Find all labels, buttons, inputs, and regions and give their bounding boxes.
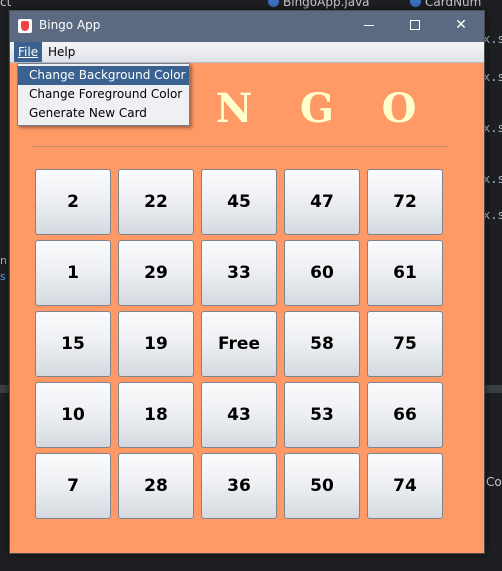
bingo-free-cell[interactable]: Free — [201, 311, 277, 377]
bingo-window: Bingo App ✕ File Help B I N G O 2 22 45 … — [9, 10, 485, 554]
bingo-cell[interactable]: 28 — [118, 453, 194, 519]
code-fragment: x.s — [483, 70, 502, 84]
menu-bar: File Help — [10, 42, 484, 63]
bingo-cell[interactable]: 74 — [367, 453, 443, 519]
bingo-cell[interactable]: 15 — [35, 311, 111, 377]
menu-help[interactable]: Help — [44, 42, 79, 62]
code-fragment: x.s — [483, 121, 502, 135]
window-title: Bingo App — [39, 18, 101, 32]
bingo-cell[interactable]: 10 — [35, 382, 111, 448]
ide-tab-label: CardNum — [425, 0, 482, 9]
header-letter-g: G — [299, 85, 335, 132]
java-app-icon — [18, 19, 32, 33]
bingo-cell[interactable]: 50 — [284, 453, 360, 519]
ide-left-fragment: s — [0, 270, 6, 283]
header-separator — [32, 146, 448, 147]
minimize-icon — [364, 24, 374, 26]
ide-tab-fragment[interactable]: ct — [0, 0, 11, 9]
bingo-cell[interactable]: 58 — [284, 311, 360, 377]
java-class-icon — [410, 0, 421, 7]
bingo-cell[interactable]: 22 — [118, 169, 194, 235]
menu-item-change-background-color[interactable]: Change Background Color — [18, 66, 189, 85]
bingo-cell[interactable]: 45 — [201, 169, 277, 235]
menu-file-label: File — [18, 45, 39, 59]
ide-tab-bar: ct BingoApp.java CardNum — [0, 0, 502, 10]
minimize-button[interactable] — [346, 11, 392, 42]
bingo-cell[interactable]: 60 — [284, 240, 360, 306]
ide-tab-label: BingoApp.java — [283, 0, 370, 9]
maximize-button[interactable] — [392, 11, 438, 42]
close-button[interactable]: ✕ — [438, 11, 484, 42]
ide-lower-fragment: Co — [486, 475, 502, 489]
bingo-cell[interactable]: 47 — [284, 169, 360, 235]
bingo-cell[interactable]: 36 — [201, 453, 277, 519]
bingo-cell[interactable]: 29 — [118, 240, 194, 306]
bingo-cell[interactable]: 19 — [118, 311, 194, 377]
bingo-cell[interactable]: 33 — [201, 240, 277, 306]
header-letter-o: O — [381, 85, 417, 132]
ide-tab-bingoapp[interactable]: BingoApp.java — [268, 0, 370, 9]
java-class-icon — [268, 0, 279, 7]
bingo-cell[interactable]: 7 — [35, 453, 111, 519]
code-fragment: x.s — [483, 172, 502, 186]
header-letter-n: N — [215, 85, 253, 132]
ide-tab-cardnum[interactable]: CardNum — [410, 0, 481, 9]
bingo-cell[interactable]: 43 — [201, 382, 277, 448]
bingo-cell[interactable]: 61 — [367, 240, 443, 306]
file-menu-dropdown: Change Background Color Change Foregroun… — [17, 63, 190, 126]
close-icon: ✕ — [455, 17, 467, 33]
menu-file[interactable]: File — [14, 42, 43, 62]
bingo-cell[interactable]: 66 — [367, 382, 443, 448]
menu-item-generate-new-card[interactable]: Generate New Card — [18, 104, 189, 123]
title-bar[interactable]: Bingo App ✕ — [10, 11, 484, 42]
bingo-cell[interactable]: 75 — [367, 311, 443, 377]
bingo-cell[interactable]: 53 — [284, 382, 360, 448]
code-fragment: x.s — [483, 208, 502, 222]
menu-item-change-foreground-color[interactable]: Change Foreground Color — [18, 85, 189, 104]
bingo-cell[interactable]: 72 — [367, 169, 443, 235]
ide-left-fragment: n — [0, 254, 7, 267]
bingo-cell[interactable]: 1 — [35, 240, 111, 306]
bingo-cell[interactable]: 2 — [35, 169, 111, 235]
bingo-cell[interactable]: 18 — [118, 382, 194, 448]
code-fragment: x.s — [483, 32, 502, 46]
maximize-icon — [410, 20, 420, 30]
